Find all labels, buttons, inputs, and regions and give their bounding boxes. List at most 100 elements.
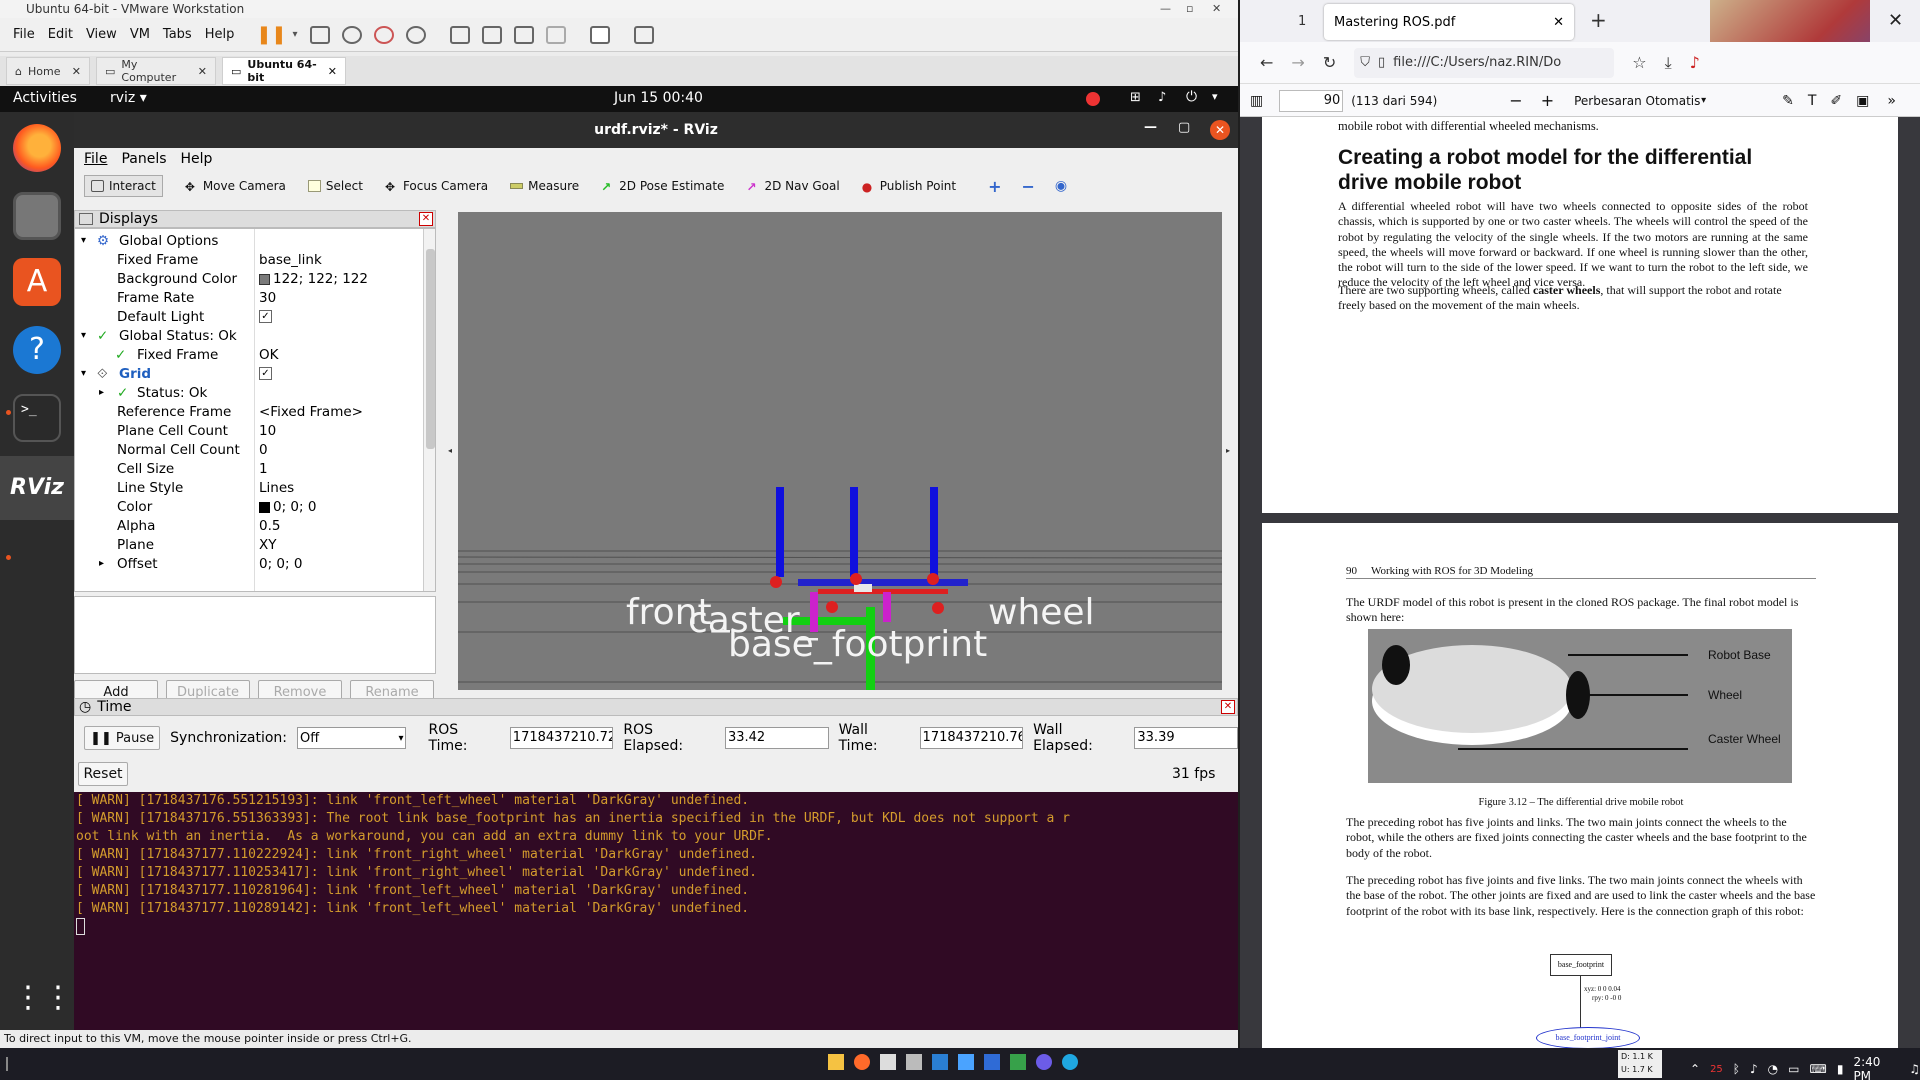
ros-elapsed-field[interactable]: 33.42 xyxy=(724,727,829,749)
battery-icon[interactable]: ▮ xyxy=(1837,1062,1844,1076)
tree-value[interactable]: 122; 122; 122 xyxy=(273,271,368,287)
menu-help[interactable]: Help xyxy=(205,27,235,42)
tab-home[interactable]: ⌂ Home ✕ xyxy=(6,57,90,85)
tree-row-global-options[interactable]: ▾ ⚙ Global Options xyxy=(75,231,425,250)
firefox-taskbar-icon[interactable] xyxy=(854,1054,870,1070)
app-grid-icon[interactable]: ⋮⋮⋮ xyxy=(13,976,103,1024)
tree-row-grid[interactable]: ▾ ⟐ Grid ✓ xyxy=(75,364,425,383)
pdf-viewer[interactable]: mobile robot with differential wheeled m… xyxy=(1240,117,1920,1048)
pause-button[interactable]: ❚❚ Pause xyxy=(84,726,161,750)
app-icon[interactable] xyxy=(1036,1054,1052,1070)
menu-tabs[interactable]: Tabs xyxy=(163,27,192,42)
files-icon[interactable] xyxy=(13,192,61,240)
tree-row-plane-cell-count[interactable]: Plane Cell Count 10 xyxy=(75,421,425,440)
tree-value[interactable]: 10 xyxy=(259,423,276,439)
volume-icon[interactable]: ♪ xyxy=(1750,1062,1758,1076)
tree-value[interactable]: <Fixed Frame> xyxy=(259,404,363,420)
tree-row-color[interactable]: Color 0; 0; 0 xyxy=(75,497,425,516)
ros-time-field[interactable]: 1718437210.72 xyxy=(509,727,614,749)
checkbox[interactable]: ✓ xyxy=(259,310,272,323)
console-icon[interactable] xyxy=(589,25,610,44)
chevron-down-icon[interactable]: ▾ xyxy=(1212,90,1218,103)
scrollbar-thumb[interactable] xyxy=(426,249,435,449)
tree-row-fixed-frame[interactable]: Fixed Frame base_link xyxy=(75,250,425,269)
tool-2d-pose-estimate[interactable]: ↗ 2D Pose Estimate xyxy=(601,179,724,194)
extension-icon[interactable]: ♪ xyxy=(1690,53,1700,72)
pause-icon[interactable]: ❚❚ xyxy=(256,24,286,45)
draw-icon[interactable]: ✐ xyxy=(1830,93,1842,109)
tree-value[interactable]: 0; 0; 0 xyxy=(273,499,316,515)
tool-focus-camera[interactable]: ✥ Focus Camera xyxy=(385,179,488,194)
reload-icon[interactable]: ↻ xyxy=(1323,53,1336,72)
wall-time-field[interactable]: 1718437210.76 xyxy=(919,727,1024,749)
software-icon[interactable]: A xyxy=(13,258,61,306)
minimize-icon[interactable]: — xyxy=(1144,120,1157,135)
app-menu[interactable]: rviz ▾ xyxy=(110,90,147,106)
tab-count[interactable]: 1 xyxy=(1298,14,1306,29)
sidebar-toggle-icon[interactable]: ▥ xyxy=(1250,93,1263,109)
tree-value[interactable]: 0; 0; 0 xyxy=(259,556,302,572)
app-icon[interactable] xyxy=(932,1054,948,1070)
close-icon[interactable]: ✕ xyxy=(198,65,207,78)
app-icon[interactable] xyxy=(1010,1054,1026,1070)
app-icon[interactable] xyxy=(1062,1054,1078,1070)
image-icon[interactable]: ▣ xyxy=(1856,93,1869,109)
tree-value[interactable]: Lines xyxy=(259,480,294,496)
eye-icon[interactable]: ◉ xyxy=(1055,178,1067,194)
tree-row-background-color[interactable]: Background Color 122; 122; 122 xyxy=(75,269,425,288)
zoom-in-icon[interactable]: + xyxy=(1541,91,1554,110)
volume-icon[interactable]: ♪ xyxy=(1158,90,1166,105)
taskbar-clock[interactable]: 2:40 PM xyxy=(1853,1055,1899,1080)
tree-row-alpha[interactable]: Alpha 0.5 xyxy=(75,516,425,535)
fullscreen-icon[interactable] xyxy=(513,25,534,44)
new-tab-icon[interactable]: + xyxy=(1590,8,1607,32)
revert-snapshot-icon[interactable] xyxy=(373,25,394,44)
bookmark-star-icon[interactable]: ☆ xyxy=(1632,53,1646,72)
bell-icon[interactable]: ♫ xyxy=(1909,1062,1920,1076)
rviz-icon[interactable]: RViz xyxy=(0,456,74,520)
menu-help[interactable]: Help xyxy=(181,151,213,167)
back-icon[interactable]: ← xyxy=(1260,53,1273,72)
download-icon[interactable]: ⤓ xyxy=(1665,53,1672,73)
checkbox[interactable]: ✓ xyxy=(259,367,272,380)
tree-row-frame-rate[interactable]: Frame Rate 30 xyxy=(75,288,425,307)
collapse-left-icon[interactable]: ◂ xyxy=(448,446,452,455)
page-number-input[interactable]: 90 xyxy=(1279,89,1344,112)
send-keys-icon[interactable] xyxy=(309,25,330,44)
remove-tool-icon[interactable]: − xyxy=(1022,177,1035,196)
stretch-icon[interactable] xyxy=(633,25,654,44)
close-icon[interactable]: ✕ xyxy=(1210,120,1230,140)
add-tool-icon[interactable]: + xyxy=(988,177,1001,196)
close-panel-icon[interactable]: ✕ xyxy=(419,212,433,226)
menu-edit[interactable]: Edit xyxy=(48,27,73,42)
tab-mastering-ros[interactable]: Mastering ROS.pdf ✕ xyxy=(1324,4,1574,40)
thumbnail-icon[interactable] xyxy=(481,25,502,44)
wall-elapsed-field[interactable]: 33.39 xyxy=(1134,727,1238,749)
maximize-icon[interactable]: ▫ xyxy=(1186,0,1193,18)
network-icon[interactable]: ⊞ xyxy=(1130,90,1141,105)
activities-button[interactable]: Activities xyxy=(13,90,77,106)
more-tools-icon[interactable]: » xyxy=(1887,93,1896,109)
collapse-icon[interactable]: ▾ xyxy=(81,368,86,379)
wifi-icon[interactable]: ◔ xyxy=(1768,1062,1778,1076)
tool-2d-nav-goal[interactable]: ↗ 2D Nav Goal xyxy=(746,179,839,194)
tree-value[interactable]: 1 xyxy=(259,461,268,477)
tool-select[interactable]: Select xyxy=(307,179,363,193)
tool-publish-point[interactable]: ● Publish Point xyxy=(862,179,956,194)
maximize-icon[interactable]: ▢ xyxy=(1178,120,1190,135)
unity-icon[interactable] xyxy=(545,25,566,44)
scrollbar[interactable] xyxy=(423,229,435,591)
collapse-icon[interactable]: ▾ xyxy=(81,235,86,246)
tree-row-global-status[interactable]: ▾ ✓ Global Status: Ok xyxy=(75,326,425,345)
menu-file[interactable]: File xyxy=(84,151,107,167)
tab-my-computer[interactable]: ▭ My Computer ✕ xyxy=(96,57,216,85)
tree-value[interactable]: XY xyxy=(259,537,277,553)
sync-select[interactable]: Off ▾ xyxy=(297,727,407,749)
forward-icon[interactable]: → xyxy=(1291,53,1304,72)
tree-row-normal-cell-count[interactable]: Normal Cell Count 0 xyxy=(75,440,425,459)
power-icon[interactable]: ⏻ xyxy=(1186,89,1197,105)
collapse-right-icon[interactable]: ▸ xyxy=(1226,446,1230,455)
close-icon[interactable]: ✕ xyxy=(328,65,337,78)
menu-vm[interactable]: VM xyxy=(130,27,150,42)
tree-value[interactable]: 30 xyxy=(259,290,276,306)
